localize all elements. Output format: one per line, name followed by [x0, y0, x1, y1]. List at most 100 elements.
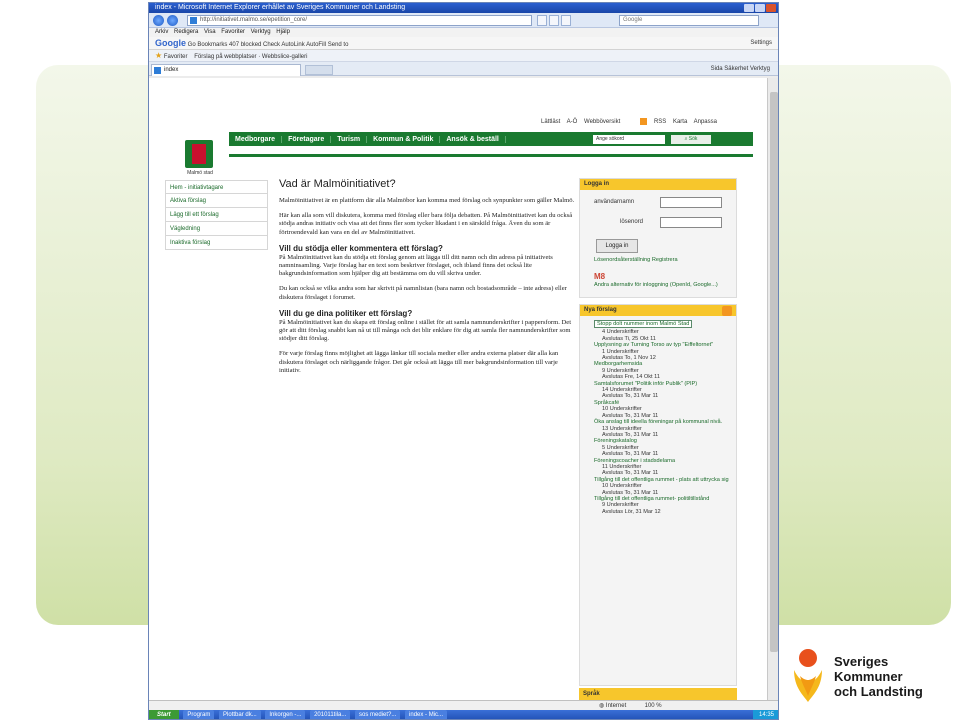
clock: 14:35 — [752, 710, 778, 719]
nav-medborgare[interactable]: Medborgare — [229, 135, 283, 143]
proposal-list: Stopp dolt nummer inom Malmö Stad 4 Under… — [580, 316, 736, 515]
heading-propose: Vill du ge dina politiker ett förslag? — [279, 308, 413, 318]
google-settings-button[interactable]: Settings — [750, 37, 772, 50]
brand-line-3: och Landsting — [834, 684, 923, 699]
nav-foretagare[interactable]: Företagare — [282, 135, 332, 143]
tab-index[interactable]: index — [151, 64, 301, 76]
page-icon — [154, 67, 161, 74]
page-icon — [190, 17, 197, 24]
password-label: lösenord — [620, 219, 644, 225]
stop-button[interactable] — [561, 15, 571, 26]
new-proposals-box: Nya förslag Stopp dolt nummer inom Malmö… — [579, 304, 737, 686]
rss-icon[interactable] — [722, 306, 732, 316]
paragraph-2: Här kan alla som vill diskutera, komma m… — [279, 212, 573, 236]
task-plottbar[interactable]: Plottbar dk... — [219, 710, 261, 719]
proposal-item: Tillgång till det offentliga rummet - pl… — [594, 477, 732, 496]
refresh-button[interactable] — [549, 15, 559, 26]
utility-links-left[interactable]: Lättläst A-Ö Webböversikt — [541, 119, 620, 125]
proposal-item: Upplysning av Turning Torso av typ "Eiff… — [594, 342, 732, 361]
tab-bar: index Sida Säkerhet Verktyg — [149, 62, 778, 76]
paragraph-5: På Malmöinitiativet kan du skapa ett för… — [279, 318, 572, 343]
command-bar[interactable]: Sida Säkerhet Verktyg — [711, 62, 770, 76]
nav-turism[interactable]: Turism — [331, 135, 368, 143]
forward-button[interactable] — [167, 15, 178, 26]
malmo-logo[interactable]: Malmö stad — [179, 138, 221, 180]
login-links[interactable]: Lösenordsåterställning Registrera — [594, 257, 678, 263]
address-bar-row: http://initiativet.malmo.se/epetition_co… — [149, 13, 778, 28]
login-button[interactable]: Logga in — [596, 239, 638, 253]
nav-ansok-bestall[interactable]: Ansök & beställ — [440, 135, 506, 143]
minimize-button[interactable] — [744, 4, 754, 12]
skl-flame-icon — [794, 649, 822, 702]
start-button[interactable]: Start — [149, 710, 179, 719]
address-text: http://initiativet.malmo.se/epetition_co… — [200, 17, 308, 23]
new-tab-button[interactable] — [305, 65, 333, 75]
proposal-item: Samtalsforumet "Politik inför Publik" (P… — [594, 381, 732, 400]
back-button[interactable] — [153, 15, 164, 26]
brand-line-2: Kommuner — [834, 669, 903, 684]
status-zone: Internet — [605, 703, 627, 709]
favorites-items[interactable]: Förslag på webbplatser · Webbslice-galle… — [194, 54, 307, 60]
utility-links: Lättläst A-Ö Webböversikt RSS Karta Anpa… — [541, 118, 717, 125]
leftnav-active[interactable]: Aktiva förslag — [165, 194, 268, 208]
menu-bar[interactable]: Arkiv Redigera Visa Favoriter Verktyg Hj… — [149, 28, 778, 37]
utility-links-right[interactable]: RSS Karta Anpassa — [654, 119, 717, 125]
google-toolbar-items[interactable]: Go Bookmarks 407 blocked Check AutoLink … — [188, 42, 349, 48]
maximize-button[interactable] — [755, 4, 765, 12]
task-sos[interactable]: sos mediet?... — [355, 710, 401, 719]
username-label: användarnamn — [594, 199, 635, 205]
proposal-item: Medborgarhemsida 9 Underskrifter Avslutas … — [594, 361, 732, 380]
search-icon: ⌕ — [684, 136, 688, 142]
proposal-title-link[interactable]: Öka anslag till ideella föreningar på ko… — [594, 419, 732, 425]
task-tila[interactable]: 201011tila... — [310, 710, 351, 719]
openid-text: Andra alternativ för inloggning (OpenId,… — [594, 282, 718, 288]
proposal-item: Föreningskatalog 5 Underskrifter Avslutas … — [594, 438, 732, 457]
leftnav-inactive[interactable]: Inaktiva förslag — [165, 236, 268, 250]
site-search-button[interactable]: ⌕ Sök — [671, 135, 711, 144]
login-box: Logga in användarnamn lösenord Logga in … — [579, 178, 737, 298]
new-proposals-header: Nya förslag — [580, 305, 736, 316]
password-field[interactable] — [660, 217, 722, 228]
vertical-scrollbar[interactable] — [767, 78, 778, 700]
task-inkorgen[interactable]: Inkorgen -... — [265, 710, 306, 719]
leftnav-home[interactable]: Hem - initiativtagare — [165, 180, 268, 194]
coat-of-arms-griffin — [192, 144, 206, 164]
nav-kommun-politik[interactable]: Kommun & Politik — [367, 135, 441, 143]
rss-icon — [640, 118, 648, 125]
logo-caption: Malmö stad — [187, 170, 213, 176]
proposal-end-date: Avslutas Lör, 31 Mar 12 — [602, 508, 661, 515]
search-button-label: Sök — [688, 136, 698, 142]
leftnav-guidance[interactable]: Vägledning — [165, 222, 268, 236]
task-program[interactable]: Program — [183, 710, 215, 719]
openid-icon: M8 — [594, 272, 606, 281]
username-field[interactable] — [660, 197, 722, 208]
globe-icon: ◍ — [599, 703, 605, 709]
taskbar: Start Program Plottbar dk... Inkorgen -.… — [149, 710, 778, 719]
openid-link[interactable]: M8 Andra alternativ för inloggning (Open… — [594, 273, 718, 289]
zoom-level[interactable]: 100 % — [645, 703, 662, 709]
scrollbar-thumb[interactable] — [770, 92, 778, 652]
leftnav-add[interactable]: Lägg till ett förslag — [165, 208, 268, 222]
intro-paragraph: Malmöinitiativet är en plattform där all… — [279, 197, 575, 204]
new-proposals-title: Nya förslag — [584, 307, 617, 313]
tab-label: index — [164, 67, 179, 73]
language-header: Språk — [579, 688, 737, 700]
star-icon: ★ — [155, 51, 163, 60]
login-header: Logga in — [580, 179, 736, 190]
site-search-input[interactable]: Ange sökord — [593, 135, 665, 144]
task-index[interactable]: index - Mic... — [405, 710, 448, 719]
proposal-title-link[interactable]: Upplysning av Turning Torso av typ "Eiff… — [594, 342, 732, 348]
proposal-title-link[interactable]: Stopp dolt nummer inom Malmö Stad — [594, 320, 693, 329]
browser-search-input[interactable]: Google — [619, 15, 759, 26]
browser-window: index - Microsoft Internet Explorer erhå… — [148, 2, 779, 720]
close-button[interactable] — [766, 4, 776, 12]
go-button[interactable] — [537, 15, 547, 26]
proposal-item: Stopp dolt nummer inom Malmö Stad 4 Under… — [594, 320, 732, 342]
address-input[interactable]: http://initiativet.malmo.se/epetition_co… — [187, 15, 532, 26]
favorites-button[interactable]: Favoriter — [164, 54, 188, 60]
nav-divider — [229, 154, 753, 157]
window-title: index - Microsoft Internet Explorer erhå… — [155, 4, 406, 11]
proposal-item: Tillgång till det offentliga rummet- pol… — [594, 496, 732, 515]
main-content: Vad är Malmöinitiativet? Malmöinitiative… — [279, 177, 575, 382]
heading-support: Vill du stödja eller kommentera ett förs… — [279, 243, 443, 253]
